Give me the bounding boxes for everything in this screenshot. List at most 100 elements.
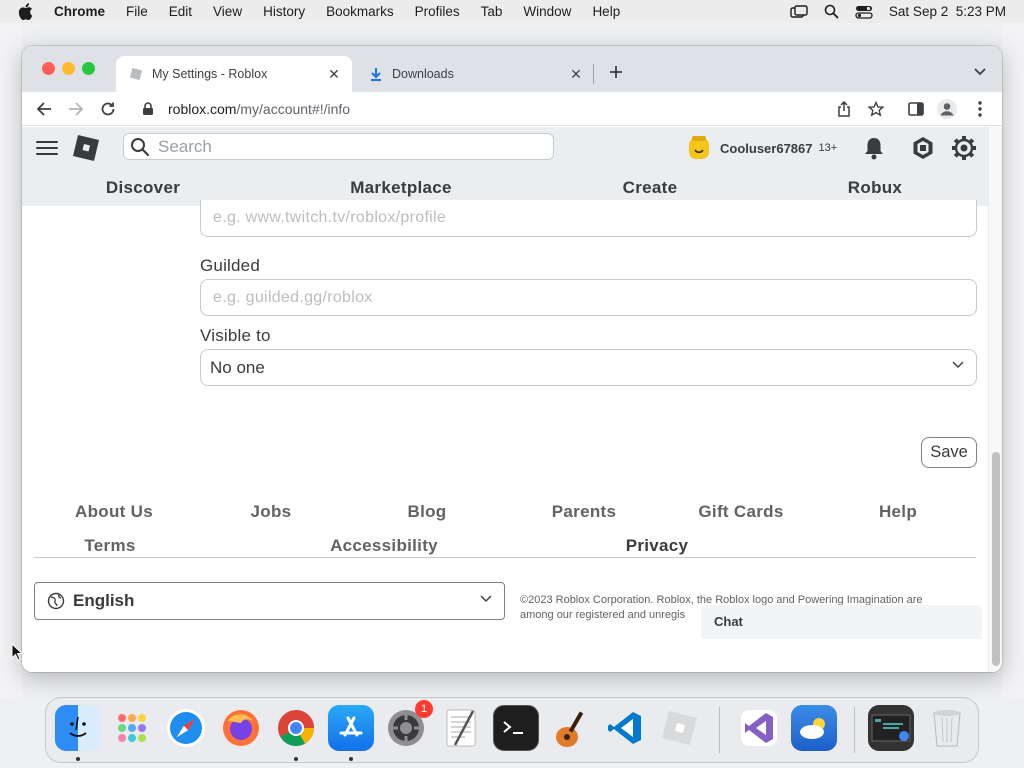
roblox-search-input[interactable]: Search: [123, 133, 554, 160]
language-select[interactable]: English: [34, 582, 505, 620]
twitch-url-input[interactable]: e.g. www.twitch.tv/roblox/profile: [200, 200, 977, 237]
user-avatar: [686, 135, 712, 161]
footer-link-parents[interactable]: Parents: [552, 502, 616, 522]
roblox-logo-icon[interactable]: [70, 132, 102, 164]
hamburger-menu-icon[interactable]: [36, 137, 58, 159]
guilded-label: Guilded: [200, 256, 260, 275]
language-value: English: [73, 591, 135, 610]
system-settings-icon[interactable]: 1: [383, 700, 433, 751]
lock-icon[interactable]: [142, 102, 158, 116]
tab-title: My Settings - Roblox: [152, 67, 268, 81]
footer-link-gift-cards[interactable]: Gift Cards: [698, 502, 783, 522]
address-bar[interactable]: roblox.com/my/account#!/info: [130, 95, 900, 123]
safari-icon[interactable]: [163, 705, 209, 751]
menu-app-name[interactable]: Chrome: [54, 4, 105, 19]
control-center-icon[interactable]: [855, 5, 873, 19]
menu-history[interactable]: History: [263, 4, 305, 19]
dock-separator: [854, 707, 855, 753]
new-tab-plus-icon[interactable]: [604, 60, 628, 84]
nav-discover[interactable]: Discover: [106, 178, 180, 198]
profile-avatar-icon[interactable]: [935, 97, 959, 121]
garageband-icon[interactable]: [547, 705, 593, 751]
visible-to-value: No one: [210, 357, 265, 377]
terminal-icon[interactable]: [493, 705, 539, 751]
desktop-background: [0, 23, 22, 698]
footer-link-privacy[interactable]: Privacy: [626, 536, 689, 556]
macos-dock: 1: [45, 697, 979, 763]
spotlight-search-icon[interactable]: [824, 4, 839, 19]
visual-studio-icon[interactable]: [736, 705, 782, 751]
menu-clock[interactable]: Sat Sep 2 5:23 PM: [889, 4, 1006, 19]
menu-file[interactable]: File: [126, 4, 148, 19]
app-store-icon[interactable]: [328, 705, 374, 751]
roblox-header: Search Cooluser67867 13+: [22, 127, 988, 169]
screen-mirroring-icon[interactable]: [790, 4, 808, 19]
vscode-icon[interactable]: [602, 705, 648, 751]
notification-badge: 1: [415, 700, 433, 718]
chat-bar[interactable]: Chat: [701, 605, 982, 639]
apple-menu-icon[interactable]: [18, 3, 36, 20]
chrome-menu-icon[interactable]: [968, 97, 992, 121]
nav-create[interactable]: Create: [623, 178, 678, 198]
chevron-down-icon: [952, 361, 964, 369]
search-icon: [130, 137, 150, 157]
bookmark-star-icon[interactable]: [864, 97, 888, 121]
menu-edit[interactable]: Edit: [169, 4, 192, 19]
page-scrollbar[interactable]: [988, 127, 1002, 672]
screenshot-preview-icon[interactable]: [868, 705, 914, 751]
footer-link-jobs[interactable]: Jobs: [251, 502, 292, 522]
footer-link-terms[interactable]: Terms: [84, 536, 135, 556]
textedit-icon[interactable]: [438, 705, 484, 751]
finder-icon[interactable]: [55, 705, 101, 751]
close-tab-icon[interactable]: ✕: [324, 64, 344, 84]
trash-icon[interactable]: [924, 705, 970, 751]
firefox-icon[interactable]: [218, 705, 264, 751]
roblox-studio-icon[interactable]: [657, 705, 703, 751]
reload-icon[interactable]: [96, 97, 120, 121]
menu-bookmarks[interactable]: Bookmarks: [326, 4, 394, 19]
nav-robux[interactable]: Robux: [848, 178, 902, 198]
user-profile-link[interactable]: Cooluser67867 13+: [686, 132, 837, 164]
weather-icon[interactable]: [791, 705, 837, 751]
launchpad-icon[interactable]: [109, 705, 155, 751]
tab-my-settings[interactable]: My Settings - Roblox ✕: [116, 56, 352, 92]
scrollbar-thumb[interactable]: [992, 452, 1000, 666]
forward-arrow-icon[interactable]: [64, 97, 88, 121]
tab-separator: [593, 64, 594, 84]
footer-link-blog[interactable]: Blog: [408, 502, 447, 522]
chrome-window: My Settings - Roblox ✕ Downloads ✕ roblo…: [22, 46, 1002, 672]
menu-profiles[interactable]: Profiles: [415, 4, 460, 19]
macos-menu-bar: Chrome File Edit View History Bookmarks …: [0, 0, 1024, 23]
dock-separator: [719, 707, 720, 753]
footer-divider: [34, 557, 976, 558]
guilded-url-input[interactable]: e.g. guilded.gg/roblox: [200, 279, 977, 316]
tab-search-chevron-icon[interactable]: [968, 60, 992, 84]
search-placeholder: Search: [158, 136, 212, 156]
tab-downloads[interactable]: Downloads ✕: [358, 56, 594, 92]
minimize-window-button[interactable]: [62, 62, 75, 75]
footer-link-accessibility[interactable]: Accessibility: [330, 536, 438, 556]
notifications-bell-icon[interactable]: [860, 134, 888, 162]
menu-help[interactable]: Help: [592, 4, 620, 19]
chrome-icon[interactable]: [273, 705, 319, 751]
zoom-window-button[interactable]: [82, 62, 95, 75]
browser-toolbar: roblox.com/my/account#!/info: [22, 92, 1002, 126]
menu-view[interactable]: View: [213, 4, 242, 19]
visible-to-select[interactable]: No one: [200, 349, 977, 386]
robux-icon[interactable]: [909, 134, 937, 162]
save-button[interactable]: Save: [921, 437, 977, 468]
account-info-form: e.g. www.twitch.tv/roblox/profile Guilde…: [22, 200, 988, 672]
download-icon: [368, 66, 384, 82]
menu-tab[interactable]: Tab: [481, 4, 503, 19]
menu-window[interactable]: Window: [523, 4, 571, 19]
settings-gear-icon[interactable]: [950, 134, 978, 162]
nav-marketplace[interactable]: Marketplace: [350, 178, 452, 198]
close-tab-icon[interactable]: ✕: [566, 64, 586, 84]
tab-title: Downloads: [392, 67, 454, 81]
footer-link-help[interactable]: Help: [879, 502, 917, 522]
footer-link-about-us[interactable]: About Us: [75, 502, 153, 522]
close-window-button[interactable]: [42, 62, 55, 75]
share-icon[interactable]: [832, 97, 856, 121]
back-arrow-icon[interactable]: [32, 97, 56, 121]
side-panel-icon[interactable]: [904, 97, 928, 121]
